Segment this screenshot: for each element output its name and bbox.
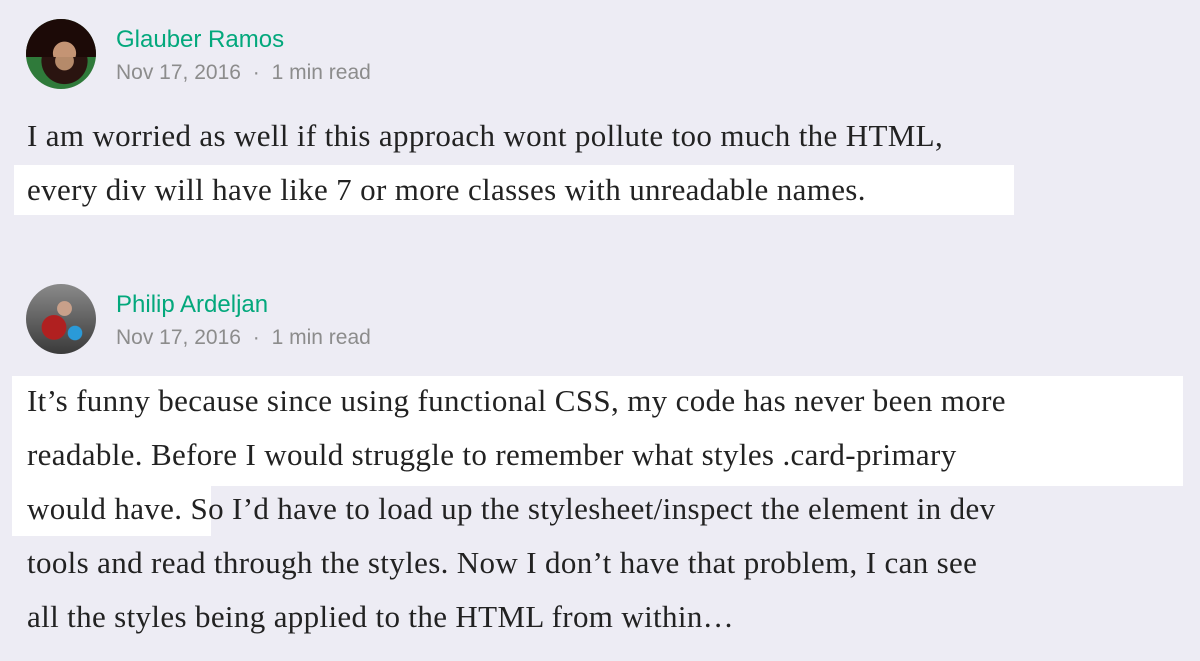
highlighted-text: would have. — [27, 491, 183, 526]
read-time: 1 min read — [271, 326, 371, 349]
author-name[interactable]: Glauber Ramos — [116, 26, 284, 54]
post-date[interactable]: Nov 17, 2016 — [116, 326, 241, 349]
post-date[interactable]: Nov 17, 2016 — [116, 61, 241, 84]
author-name[interactable]: Philip Ardeljan — [116, 291, 268, 319]
response-text-line: every div will have like 7 or more class… — [27, 172, 866, 207]
response-text-line: It’s funny because since using functiona… — [27, 383, 1006, 418]
response-text-line[interactable]: all the styles being applied to the HTML… — [27, 592, 734, 642]
post-meta: Nov 17, 2016 · 1 min read — [116, 326, 371, 350]
text-segment: So I’d have to load up the stylesheet/in… — [182, 491, 996, 526]
response-text-line: tools and read through the styles. Now I… — [27, 545, 978, 580]
response-text-line: would have. So I’d have to load up the s… — [27, 484, 995, 534]
separator: · — [252, 61, 260, 84]
response-text-line: I am worried as well if this approach wo… — [27, 118, 944, 153]
avatar[interactable] — [26, 19, 96, 89]
separator: · — [252, 326, 260, 349]
post-meta: Nov 17, 2016 · 1 min read — [116, 61, 371, 85]
avatar[interactable] — [26, 284, 96, 354]
response-text-line: readable. Before I would struggle to rem… — [27, 437, 957, 472]
read-time: 1 min read — [271, 61, 371, 84]
